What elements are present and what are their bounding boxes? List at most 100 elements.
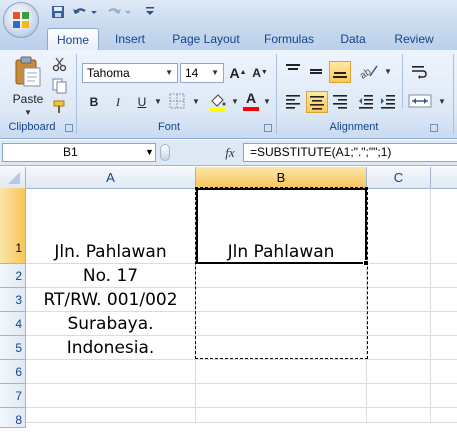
row-header-6[interactable]: 6 xyxy=(0,360,26,384)
cell-b3[interactable] xyxy=(196,288,367,312)
row-header-7[interactable]: 7 xyxy=(0,384,26,408)
orientation-dropdown-icon[interactable]: ▼ xyxy=(384,67,392,76)
column-header-a[interactable]: A xyxy=(26,167,196,188)
orientation-button[interactable]: ab xyxy=(358,62,384,82)
italic-button[interactable]: I xyxy=(108,92,128,112)
cell-a8[interactable] xyxy=(26,408,196,423)
select-all-corner[interactable] xyxy=(0,167,26,188)
cell-c1[interactable] xyxy=(367,188,431,264)
align-top-button[interactable] xyxy=(284,62,304,82)
align-middle-button[interactable] xyxy=(307,62,327,82)
name-box[interactable]: B1 ▼ xyxy=(2,143,156,162)
row-header-3[interactable]: 3 xyxy=(0,288,26,312)
format-painter-icon[interactable] xyxy=(52,99,68,115)
tab-page-layout[interactable]: Page Layout xyxy=(166,28,246,50)
copy-icon[interactable] xyxy=(52,78,68,94)
office-button[interactable] xyxy=(3,2,39,38)
row-header-2[interactable]: 2 xyxy=(0,264,26,288)
cell-c5[interactable] xyxy=(367,336,431,360)
undo-icon[interactable] xyxy=(70,5,100,21)
cell-b5[interactable] xyxy=(196,336,367,360)
cell-b4[interactable] xyxy=(196,312,367,336)
wrap-text-button[interactable] xyxy=(410,64,430,82)
row-header-4[interactable]: 4 xyxy=(0,312,26,336)
customize-qat-icon[interactable] xyxy=(144,5,156,21)
borders-button[interactable] xyxy=(168,92,190,112)
decrease-indent-button[interactable] xyxy=(357,92,377,112)
column-header-d[interactable] xyxy=(431,167,457,188)
cell-a2[interactable]: No. 17 xyxy=(26,264,196,288)
cell-c7[interactable] xyxy=(367,384,431,408)
shrink-font-button[interactable]: A▼ xyxy=(250,63,270,83)
tab-review[interactable]: Review xyxy=(386,28,442,50)
column-header-b[interactable]: B xyxy=(196,167,367,188)
font-color-button[interactable]: A xyxy=(241,90,261,112)
bold-button[interactable]: B xyxy=(84,92,104,112)
fill-bucket-icon xyxy=(210,94,226,112)
font-launcher-icon[interactable] xyxy=(264,124,272,132)
cell-b6[interactable] xyxy=(196,360,367,384)
cell-a1[interactable]: Jln. Pahlawan xyxy=(26,188,196,264)
clipboard-launcher-icon[interactable] xyxy=(65,124,73,132)
align-center-button[interactable] xyxy=(306,91,328,113)
cell-c8[interactable] xyxy=(367,408,431,423)
row-header-5[interactable]: 5 xyxy=(0,336,26,360)
fill-handle[interactable] xyxy=(363,260,369,266)
fill-color-button[interactable] xyxy=(208,92,230,112)
column-header-c[interactable]: C xyxy=(367,167,431,188)
borders-dropdown-icon[interactable]: ▼ xyxy=(192,97,200,106)
row-header-8[interactable]: 8 xyxy=(0,408,26,428)
align-bottom-button[interactable] xyxy=(329,61,351,83)
align-left-button[interactable] xyxy=(284,92,304,112)
underline-dropdown-icon[interactable]: ▼ xyxy=(154,97,162,106)
paste-dropdown-icon: ▼ xyxy=(24,108,32,117)
cell-a5[interactable]: Indonesia. xyxy=(26,336,196,360)
merge-dropdown-icon[interactable]: ▼ xyxy=(438,97,446,106)
save-icon[interactable] xyxy=(50,5,66,21)
formula-bar-splitter[interactable] xyxy=(160,144,170,161)
clipboard-group-label: Clipboard xyxy=(8,121,56,133)
cell-d2[interactable] xyxy=(431,264,457,288)
cell-a6[interactable] xyxy=(26,360,196,384)
cell-d1[interactable] xyxy=(431,188,457,264)
underline-button[interactable]: U xyxy=(132,92,152,112)
cell-b1[interactable]: Jln Pahlawan xyxy=(196,188,367,264)
cut-icon[interactable] xyxy=(52,56,68,72)
cell-b2[interactable] xyxy=(196,264,367,288)
paste-button[interactable]: Paste ▼ xyxy=(6,54,50,117)
cell-b7[interactable] xyxy=(196,384,367,408)
cell-a7[interactable] xyxy=(26,384,196,408)
cell-c4[interactable] xyxy=(367,312,431,336)
tab-insert[interactable]: Insert xyxy=(104,28,156,50)
cell-d5[interactable] xyxy=(431,336,457,360)
formula-input[interactable]: =SUBSTITUTE(A1;".";"";1) xyxy=(243,143,457,162)
alignment-launcher-icon[interactable] xyxy=(430,124,438,132)
row-header-1[interactable]: 1 xyxy=(0,188,26,264)
redo-icon[interactable] xyxy=(104,5,134,21)
fx-icon[interactable]: fx xyxy=(220,144,240,161)
cell-c6[interactable] xyxy=(367,360,431,384)
tab-home[interactable]: Home xyxy=(47,28,99,51)
cell-a3[interactable]: RT/RW. 001/002 xyxy=(26,288,196,312)
cell-d8[interactable] xyxy=(431,408,457,423)
tab-data[interactable]: Data xyxy=(330,28,376,50)
cell-b8[interactable] xyxy=(196,408,367,423)
cell-d4[interactable] xyxy=(431,312,457,336)
font-color-dropdown-icon[interactable]: ▼ xyxy=(263,97,271,106)
align-right-button[interactable] xyxy=(331,92,351,112)
cell-d6[interactable] xyxy=(431,360,457,384)
cell-a4[interactable]: Surabaya. xyxy=(26,312,196,336)
font-name-combo[interactable]: Tahoma ▼ xyxy=(82,63,178,83)
cell-d7[interactable] xyxy=(431,384,457,408)
increase-indent-button[interactable] xyxy=(379,92,399,112)
grow-font-button[interactable]: A▲ xyxy=(228,63,248,83)
fill-color-dropdown-icon[interactable]: ▼ xyxy=(231,97,239,106)
cell-c3[interactable] xyxy=(367,288,431,312)
cell-d3[interactable] xyxy=(431,288,457,312)
merge-center-button[interactable] xyxy=(408,92,436,112)
align-middle-icon xyxy=(310,69,322,74)
tab-formulas[interactable]: Formulas xyxy=(256,28,322,50)
group-separator xyxy=(276,54,277,134)
cell-c2[interactable] xyxy=(367,264,431,288)
font-size-combo[interactable]: 14 ▼ xyxy=(180,63,224,83)
